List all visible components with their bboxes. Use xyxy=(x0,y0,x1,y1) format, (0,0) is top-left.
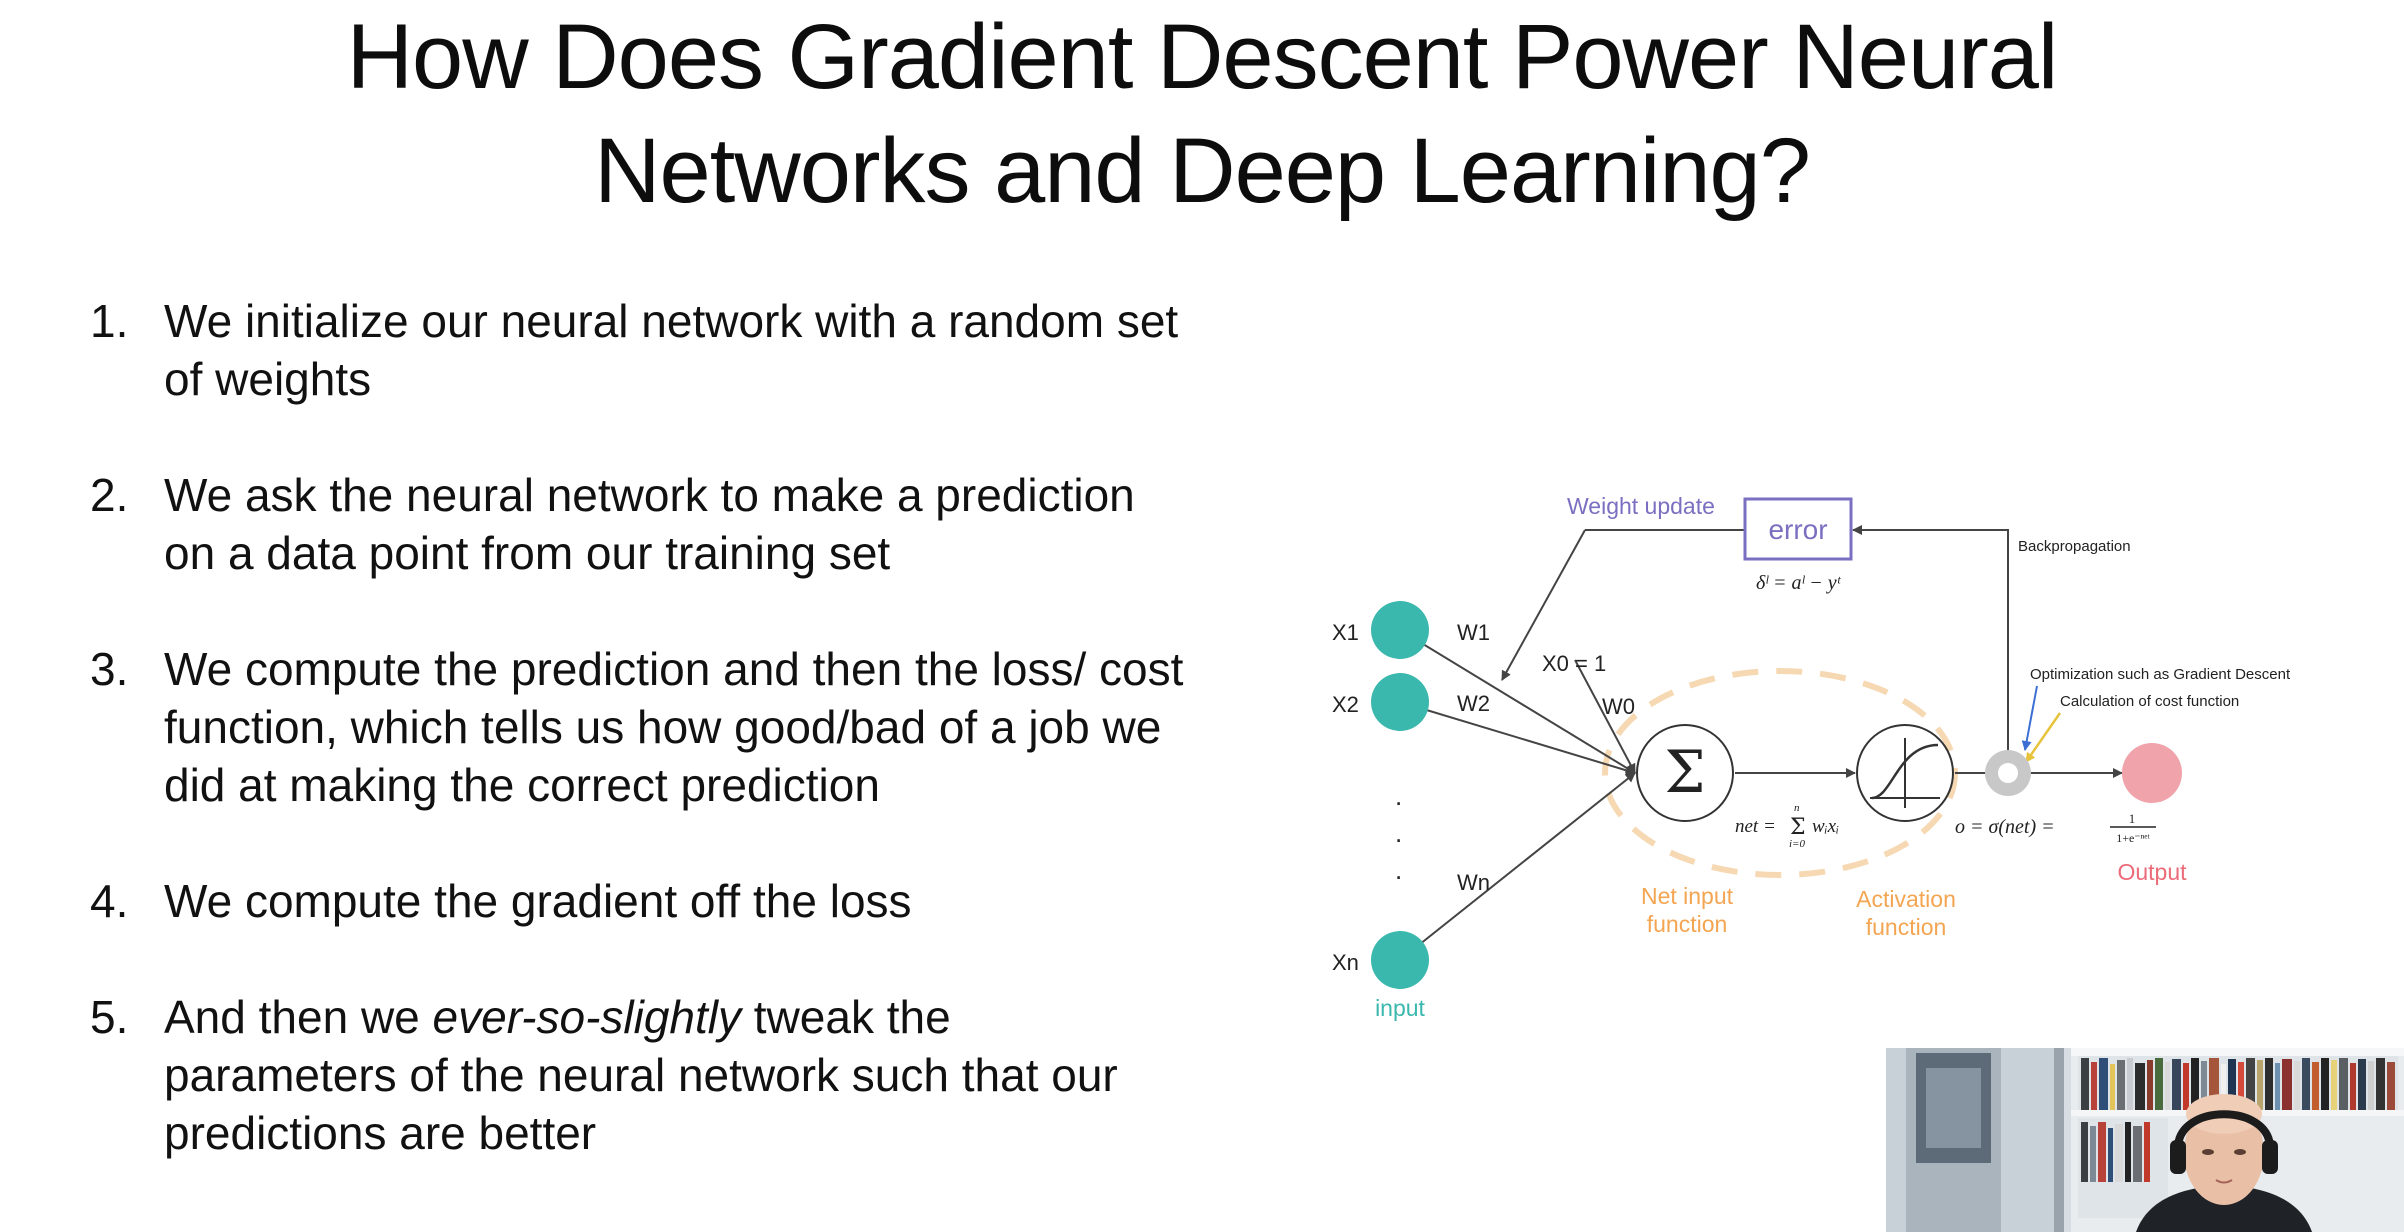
step-text: And then we ever-so-slightly tweak the p… xyxy=(164,988,1190,1162)
input-node-x1 xyxy=(1371,601,1429,659)
sigmoid-denominator: 1+e⁻ⁿᵉᵗ xyxy=(2116,831,2150,845)
input-node-xn xyxy=(1371,931,1429,989)
net-formula-lhs: net = xyxy=(1735,816,1776,837)
output-label: Output xyxy=(2117,859,2187,885)
weight-label-w1: W1 xyxy=(1457,620,1490,645)
step-item-2: 2. We ask the neural network to make a p… xyxy=(90,466,1190,582)
input-caption: input xyxy=(1375,995,1425,1021)
summation-symbol: Σ xyxy=(1664,738,1705,806)
input-label-x2: X2 xyxy=(1332,692,1359,717)
net-input-caption-line-2: function xyxy=(1647,911,1728,937)
webcam-video xyxy=(1886,1048,2404,1232)
wn-connection xyxy=(1399,772,1636,961)
output-formula: o = σ(net) = xyxy=(1955,816,2055,838)
input-label-x1: X1 xyxy=(1332,620,1359,645)
error-formula: δˡ = aˡ − yᵗ xyxy=(1756,572,1842,594)
step-item-3: 3. We compute the prediction and then th… xyxy=(90,640,1190,814)
bias-input-label: X0 = 1 xyxy=(1542,651,1606,676)
net-formula-lower-limit: i=0 xyxy=(1789,838,1805,850)
weight-update-label: Weight update xyxy=(1567,493,1715,519)
neuron-diagram: X1 X2 Xn . . . input W1 W2 Wn X0 = 1 W0 … xyxy=(1332,493,2291,1021)
input-label-xn: Xn xyxy=(1332,950,1359,975)
slide-title-line-1: How Does Gradient Descent Power Neural xyxy=(346,6,2059,108)
step-item-5: 5. And then we ever-so-slightly tweak th… xyxy=(90,988,1190,1162)
input-ellipsis-dot: . xyxy=(1395,855,1402,885)
step-number: 3. xyxy=(90,643,129,695)
step-text-emphasis: ever-so-slightly xyxy=(432,991,742,1043)
net-input-caption-line-1: Net input xyxy=(1641,883,1734,909)
cost-node-center xyxy=(1998,763,2018,783)
activation-caption-line-1: Activation xyxy=(1856,886,1956,912)
weight-label-wn: Wn xyxy=(1457,870,1490,895)
step-text-start: And then we xyxy=(164,991,433,1043)
net-formula-sum: Σ xyxy=(1790,815,1806,840)
step-number: 2. xyxy=(90,469,129,521)
activation-caption-line-2: function xyxy=(1866,914,1947,940)
backpropagation-label: Backpropagation xyxy=(2018,538,2131,555)
sigmoid-numerator: 1 xyxy=(2129,811,2136,826)
slide-title-line-2: Networks and Deep Learning? xyxy=(594,120,1811,222)
step-text: We compute the prediction and then the l… xyxy=(164,643,1184,811)
bias-weight-label: W0 xyxy=(1602,694,1635,719)
optimization-label: Optimization such as Gradient Descent xyxy=(2030,666,2291,683)
step-text: We initialize our neural network with a … xyxy=(164,295,1179,405)
step-number: 5. xyxy=(90,991,129,1043)
webcam-overlay xyxy=(1886,1048,2404,1232)
weight-label-w2: W2 xyxy=(1457,691,1490,716)
optimization-arrow xyxy=(2021,685,2038,751)
input-ellipsis-dot: . xyxy=(1395,818,1402,848)
input-ellipsis-dot: . xyxy=(1395,781,1402,811)
step-number: 1. xyxy=(90,295,129,347)
step-number: 4. xyxy=(90,875,129,927)
steps-list: 1. We initialize our neural network with… xyxy=(90,292,1190,1220)
error-label: error xyxy=(1768,514,1827,545)
input-node-x2 xyxy=(1371,673,1429,731)
net-formula-upper-limit: n xyxy=(1794,802,1800,814)
step-item-4: 4. We compute the gradient off the loss xyxy=(90,872,1190,930)
step-item-1: 1. We initialize our neural network with… xyxy=(90,292,1190,408)
step-text: We ask the neural network to make a pred… xyxy=(164,469,1135,579)
net-formula-rhs: wᵢxᵢ xyxy=(1812,816,1839,837)
output-node xyxy=(2122,743,2182,803)
w2-connection xyxy=(1399,701,1636,776)
slide-title: How Does Gradient Descent Power Neural N… xyxy=(0,0,2404,228)
step-text: We compute the gradient off the loss xyxy=(164,875,912,927)
cost-calculation-label: Calculation of cost function xyxy=(2060,693,2239,710)
